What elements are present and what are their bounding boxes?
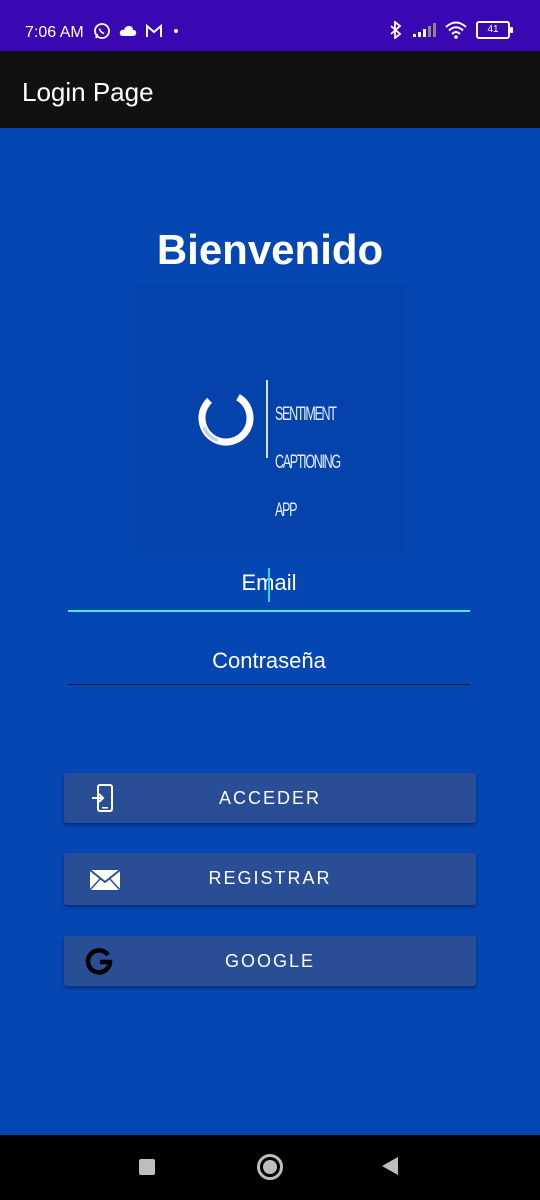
signal-icon [413,23,436,37]
cloud-icon [119,26,137,36]
email-field[interactable]: Email [68,568,470,612]
logo-line-2: CAPTIONING [275,452,341,473]
password-field[interactable]: Contraseña [68,648,470,685]
text-cursor [268,568,270,602]
app-bar: Login Page [0,51,540,128]
bluetooth-icon [390,21,402,39]
google-button[interactable]: GOOGLE [64,936,476,986]
whatsapp-icon [94,23,110,39]
dot-icon [174,29,178,33]
registrar-label: REGISTRAR [208,868,332,888]
status-icons-right: 41 [389,21,513,39]
logo-line-3: APP [275,500,297,521]
login-content: Bienvenido SENTIMENT CAPTIONING APP Emai… [0,128,540,1135]
acceder-button[interactable]: ACCEDER [64,773,476,823]
password-placeholder: Contraseña [212,648,326,673]
recents-icon[interactable] [139,1159,155,1175]
google-label: GOOGLE [224,951,316,971]
acceder-label: ACCEDER [218,788,321,808]
app-title: Login Page [22,77,154,107]
logo-divider [266,380,268,458]
back-icon[interactable] [382,1157,398,1175]
home-icon[interactable] [257,1154,283,1180]
logo-line-1: SENTIMENT [275,404,337,425]
status-icons-left [93,22,181,40]
wifi-icon [445,21,467,39]
app-logo: SENTIMENT CAPTIONING APP [136,283,406,553]
status-bar: 7:06 AM 41 [0,0,540,51]
navigation-bar [0,1135,540,1200]
status-time: 7:06 AM [25,24,84,41]
welcome-heading: Bienvenido [156,226,384,273]
logo-ring-icon [198,390,254,446]
registrar-button[interactable]: REGISTRAR [64,853,476,905]
gmail-icon [146,24,162,37]
battery-icon: 41 [476,21,513,39]
logo-text: SENTIMENT CAPTIONING APP [275,379,341,547]
